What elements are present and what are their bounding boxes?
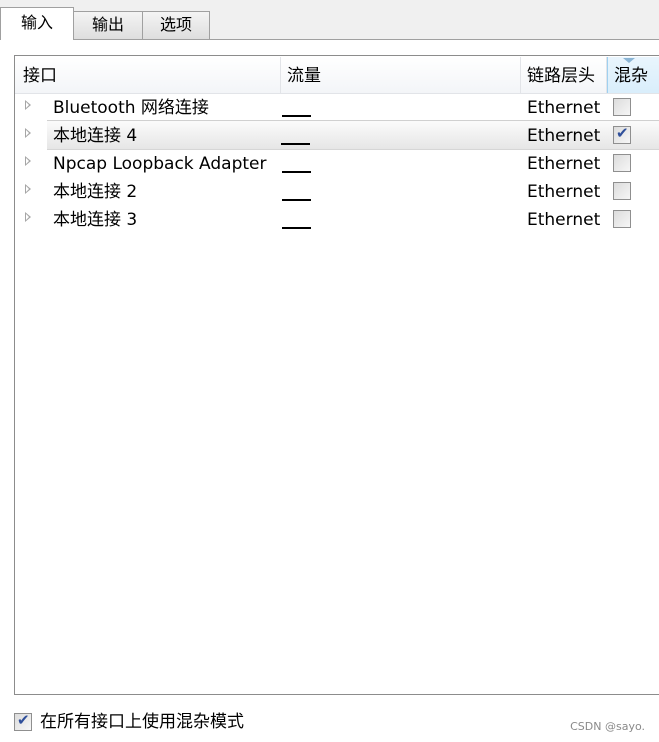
traffic-sparkline bbox=[282, 199, 311, 201]
interface-name: Bluetooth 网络连接 bbox=[53, 98, 209, 118]
expand-arrow-icon[interactable] bbox=[25, 156, 31, 166]
traffic-sparkline bbox=[282, 171, 311, 173]
promisc-all-checkbox[interactable] bbox=[14, 711, 32, 731]
link-layer-header: Ethernet bbox=[527, 182, 601, 202]
interface-name: Npcap Loopback Adapter bbox=[53, 154, 267, 174]
link-layer-header: Ethernet bbox=[527, 126, 601, 146]
interface-name: 本地连接 2 bbox=[53, 182, 138, 202]
link-layer-header: Ethernet bbox=[527, 98, 601, 118]
link-layer-header: Ethernet bbox=[527, 210, 601, 230]
tab-output[interactable]: 输出 bbox=[73, 11, 143, 39]
table-row[interactable]: Npcap Loopback Adapter Ethernet bbox=[15, 149, 659, 177]
tab-options[interactable]: 选项 bbox=[142, 11, 210, 39]
watermark: CSDN @sayo. bbox=[570, 720, 645, 733]
column-header-link-layer[interactable]: 链路层头 bbox=[521, 57, 607, 93]
column-header-traffic[interactable]: 流量 bbox=[281, 57, 521, 93]
expand-arrow-icon[interactable] bbox=[25, 184, 31, 194]
traffic-sparkline bbox=[282, 115, 311, 117]
promiscuous-checkbox[interactable] bbox=[613, 98, 631, 116]
table-row[interactable]: Bluetooth 网络连接 Ethernet bbox=[15, 93, 659, 121]
interface-list[interactable]: 接口 流量 链路层头 混杂 Bluetooth 网络连接 Ethernet 本地连接… bbox=[14, 55, 659, 695]
traffic-sparkline bbox=[282, 227, 311, 229]
interface-name: 本地连接 4 bbox=[53, 126, 138, 146]
column-header-promiscuous[interactable]: 混杂 bbox=[607, 57, 659, 93]
link-layer-header: Ethernet bbox=[527, 154, 601, 174]
column-header-promiscuous-label: 混杂 bbox=[614, 66, 648, 86]
table-header: 接口 流量 链路层头 混杂 bbox=[15, 56, 659, 94]
promisc-all-label[interactable]: 在所有接口上使用混杂模式 bbox=[40, 710, 244, 734]
traffic-sparkline bbox=[281, 143, 310, 145]
sort-arrow-icon bbox=[623, 58, 635, 63]
expand-arrow-icon[interactable] bbox=[25, 128, 31, 138]
input-panel: 接口 流量 链路层头 混杂 Bluetooth 网络连接 Ethernet 本地连接… bbox=[0, 40, 659, 742]
tab-input[interactable]: 输入 bbox=[0, 7, 74, 40]
interface-name: 本地连接 3 bbox=[53, 210, 138, 230]
column-header-interface[interactable]: 接口 bbox=[15, 57, 281, 93]
expand-arrow-icon[interactable] bbox=[25, 212, 31, 222]
promiscuous-checkbox[interactable] bbox=[613, 182, 631, 200]
table-row[interactable]: 本地连接 4 Ethernet bbox=[25, 120, 659, 150]
promiscuous-checkbox[interactable] bbox=[613, 210, 631, 228]
table-row[interactable]: 本地连接 3 Ethernet bbox=[15, 205, 659, 233]
promiscuous-checkbox[interactable] bbox=[613, 124, 631, 144]
tab-bar: 输入 输出 选项 bbox=[0, 0, 659, 40]
table-row[interactable]: 本地连接 2 Ethernet bbox=[15, 177, 659, 205]
promiscuous-checkbox[interactable] bbox=[613, 154, 631, 172]
expand-arrow-icon[interactable] bbox=[25, 100, 31, 110]
